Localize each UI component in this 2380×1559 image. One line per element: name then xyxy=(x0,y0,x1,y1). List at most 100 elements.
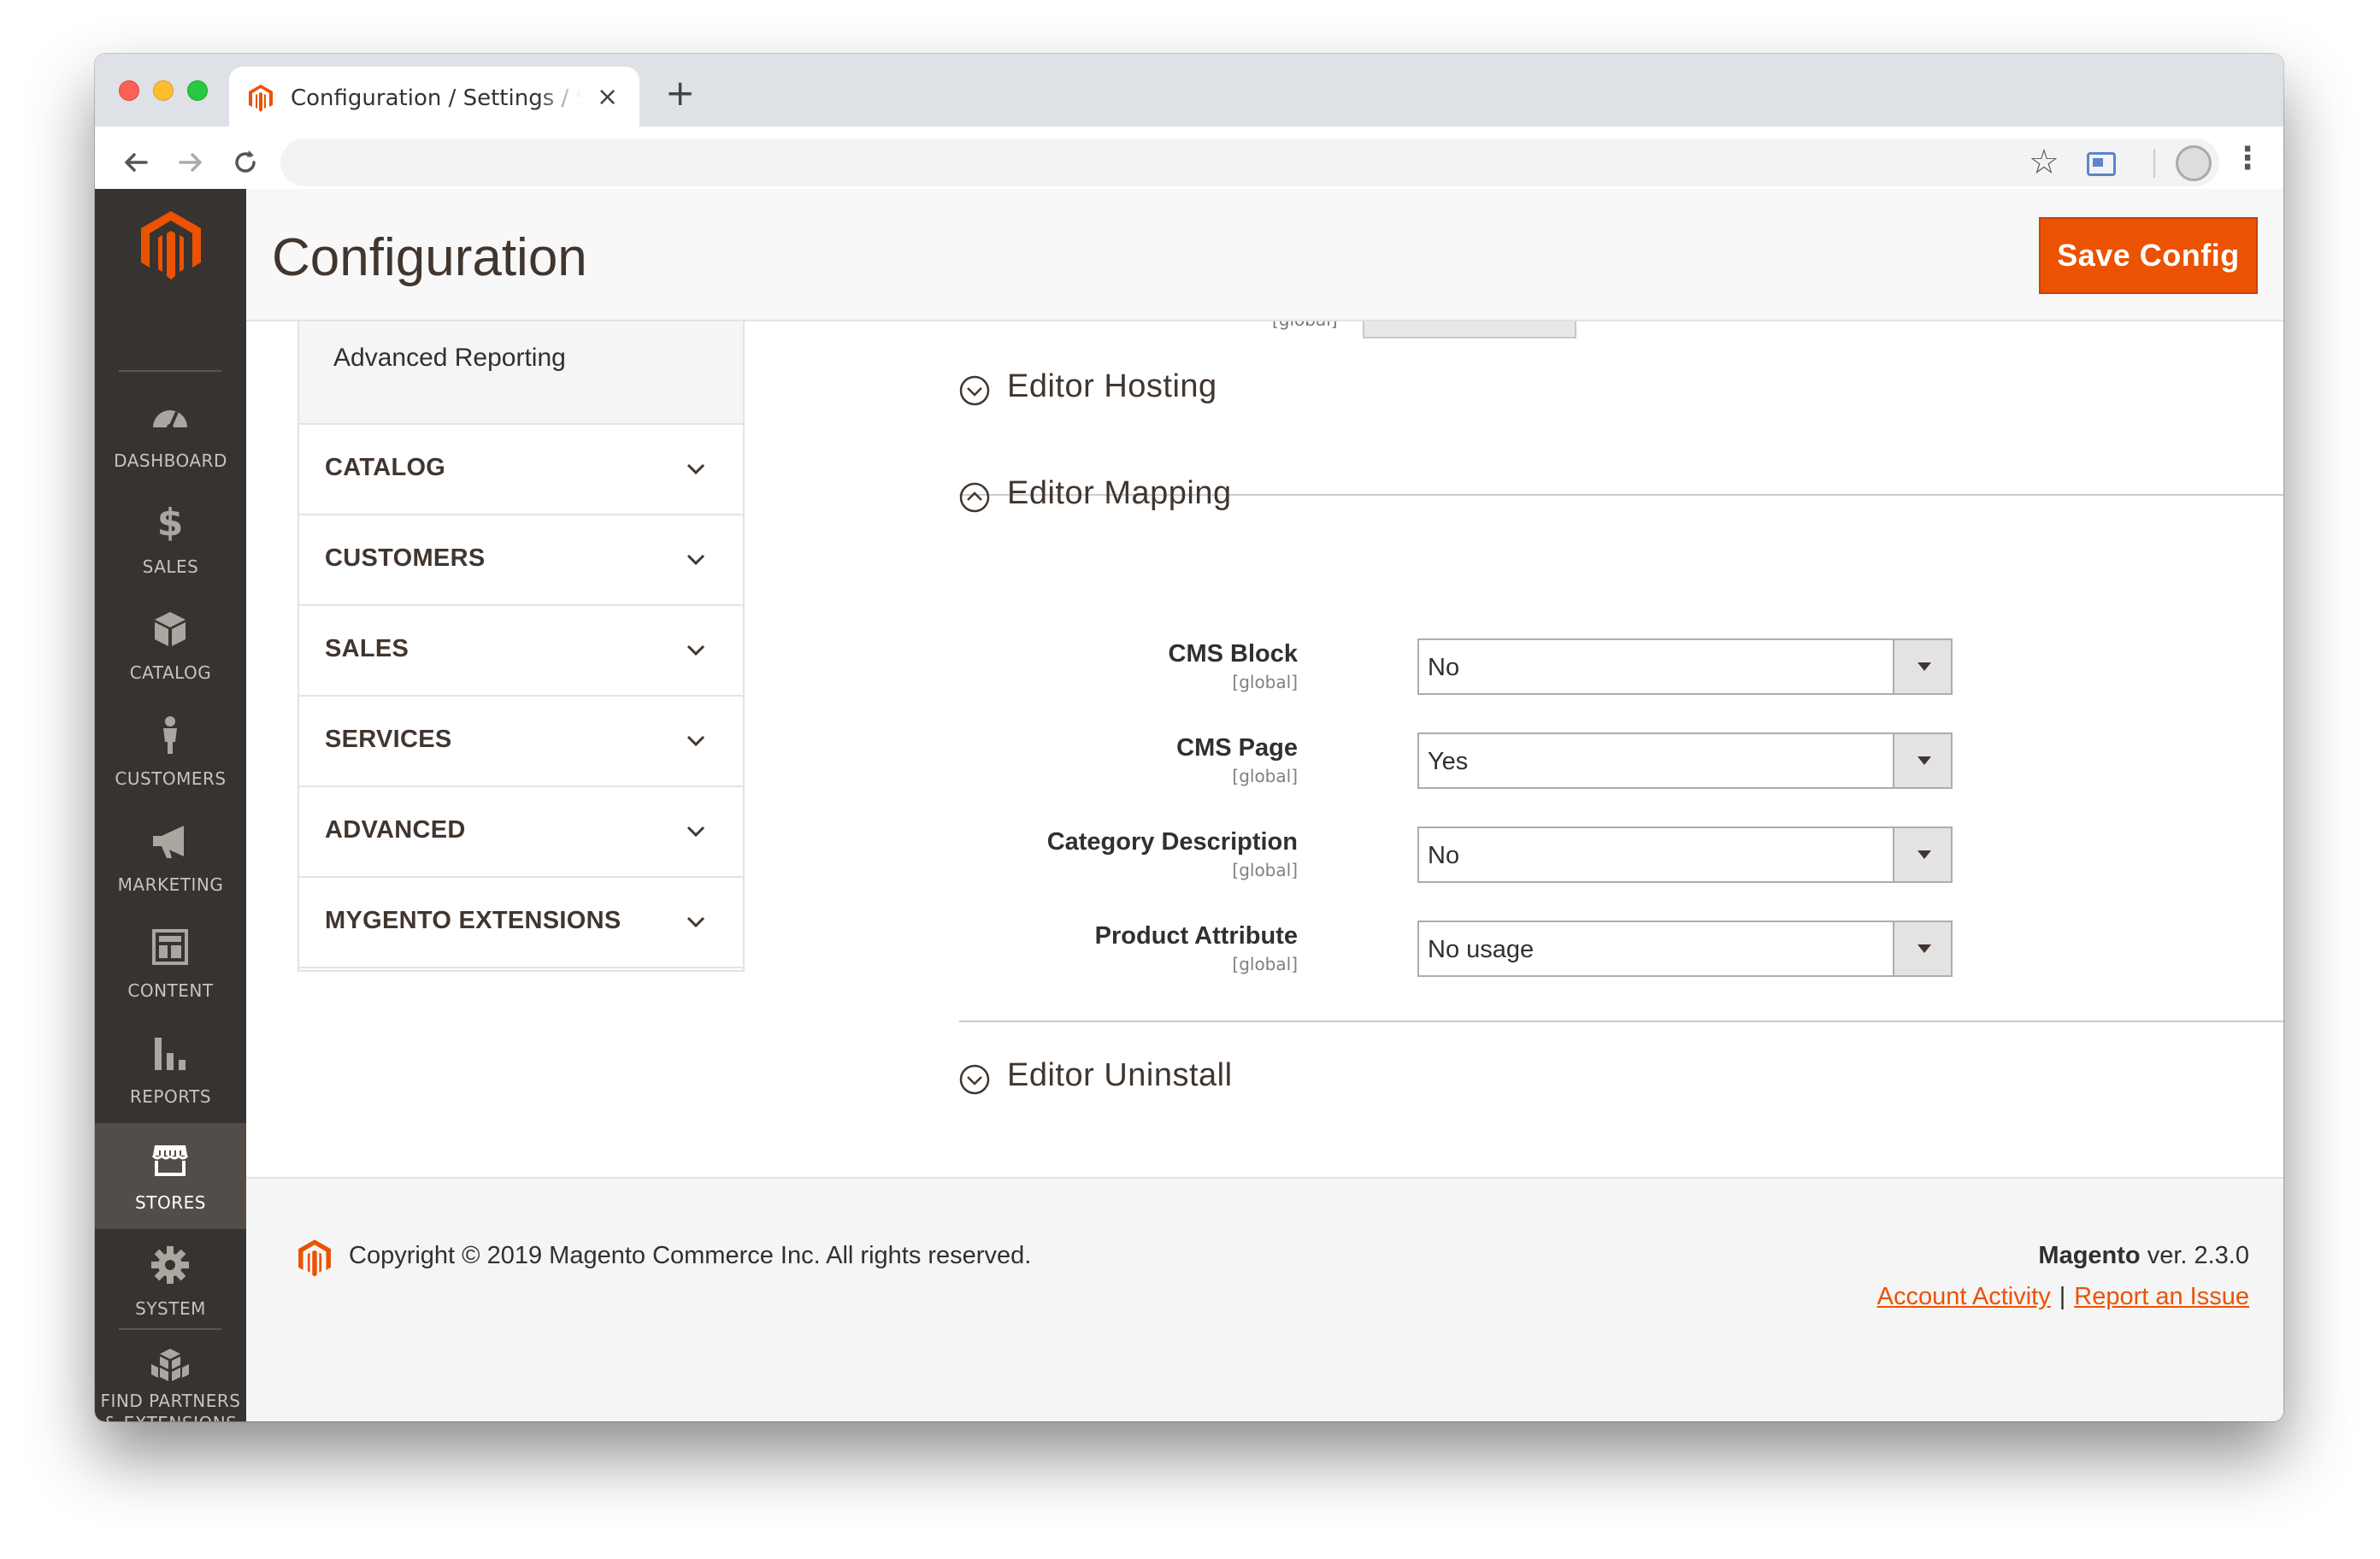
nav-item-reports[interactable]: REPORTS xyxy=(95,1017,246,1123)
tab-title: Configuration / Settings / Stores / Mage… xyxy=(291,85,581,111)
account-activity-link[interactable]: Account Activity xyxy=(1877,1283,2051,1310)
nav-item-customers[interactable]: CUSTOMERS xyxy=(95,699,246,805)
link-separator: | xyxy=(2059,1283,2066,1310)
tab-close-icon[interactable]: × xyxy=(597,82,618,112)
page-title: Configuration xyxy=(272,228,587,287)
select-value: No usage xyxy=(1428,936,1535,963)
close-window-button[interactable] xyxy=(119,80,139,101)
fieldset-divider xyxy=(959,1021,2283,1022)
chevron-down-icon xyxy=(686,644,705,656)
bookmark-star-icon[interactable]: ☆ xyxy=(2029,145,2059,179)
profile-avatar[interactable] xyxy=(2176,145,2212,181)
minimize-window-button[interactable] xyxy=(153,80,174,101)
chevron-down-icon xyxy=(686,916,705,928)
browser-tab-bar: Configuration / Settings / Stores / Mage… xyxy=(95,54,2283,126)
field-label-product-attribute: Product Attribute xyxy=(1094,922,1298,950)
dropdown-arrow-icon[interactable] xyxy=(1893,828,1951,881)
config-section-customers[interactable]: CUSTOMERS xyxy=(299,515,743,606)
nav-label: STORES xyxy=(135,1192,206,1213)
nav-label: MARKETING xyxy=(117,874,224,895)
page-footer: Copyright © 2019 Magento Commerce Inc. A… xyxy=(246,1177,2283,1421)
version-number: ver. 2.3.0 xyxy=(2140,1242,2249,1269)
nav-item-system[interactable]: SYSTEM xyxy=(95,1229,246,1335)
dropdown-arrow-icon[interactable] xyxy=(1893,640,1951,693)
chevron-down-icon xyxy=(686,826,705,838)
config-section-mygento-extensions[interactable]: MYGENTO EXTENSIONS xyxy=(299,878,743,968)
fieldset-editor-hosting[interactable]: Editor Hosting xyxy=(1007,368,1217,405)
nav-label: CONTENT xyxy=(127,980,214,1001)
extension-icon[interactable] xyxy=(2087,152,2116,176)
select-value: Yes xyxy=(1428,748,1469,775)
config-section-catalog[interactable]: CATALOG xyxy=(299,425,743,515)
back-arrow-icon[interactable] xyxy=(117,147,155,185)
dropdown-arrow-icon[interactable] xyxy=(1893,922,1951,975)
nav-item-content[interactable]: CONTENT xyxy=(95,911,246,1017)
config-tabs: Advanced Reporting CATALOG CUSTOMERS SAL… xyxy=(298,321,745,972)
report-issue-link[interactable]: Report an Issue xyxy=(2074,1283,2249,1310)
magento-logo-icon[interactable] xyxy=(139,209,203,281)
brand-name: Magento xyxy=(2038,1242,2141,1269)
nav-item-dashboard[interactable]: DASHBOARD xyxy=(95,381,246,487)
chevron-circle-down-icon[interactable] xyxy=(959,375,990,406)
save-config-button[interactable]: Save Config xyxy=(2039,217,2258,294)
new-tab-button[interactable]: + xyxy=(665,75,695,111)
nav-label: SALES xyxy=(142,556,199,577)
config-section-label: ADVANCED xyxy=(325,816,466,844)
storefront-icon xyxy=(151,1145,189,1176)
version-text: Magento ver. 2.3.0 xyxy=(2038,1242,2249,1270)
footer-links: Account Activity | Report an Issue xyxy=(1877,1283,2249,1311)
nav-label: FIND PARTNERS xyxy=(100,1391,241,1411)
config-section-label: SERVICES xyxy=(325,726,452,753)
chevron-down-icon xyxy=(686,463,705,475)
sidebar-divider xyxy=(119,370,221,372)
config-section-advanced[interactable]: ADVANCED xyxy=(299,787,743,878)
config-section-label: MYGENTO EXTENSIONS xyxy=(325,907,622,934)
nav-item-find-partners[interactable]: FIND PARTNERS & EXTENSIONS xyxy=(95,1335,246,1421)
nav-label: DASHBOARD xyxy=(114,450,227,471)
partial-select[interactable] xyxy=(1363,321,1576,338)
nav-item-catalog[interactable]: CATALOG xyxy=(95,593,246,699)
nav-label: REPORTS xyxy=(129,1086,212,1107)
category-description-select[interactable]: No xyxy=(1417,827,1953,883)
dropdown-arrow-icon[interactable] xyxy=(1893,734,1951,787)
maximize-window-button[interactable] xyxy=(187,80,208,101)
bar-chart-icon xyxy=(155,1038,186,1070)
reload-icon[interactable] xyxy=(227,147,264,185)
nav-item-stores[interactable]: STORES xyxy=(95,1123,246,1229)
browser-tab[interactable]: Configuration / Settings / Stores / Mage… xyxy=(229,67,639,126)
config-section-sales[interactable]: SALES xyxy=(299,606,743,697)
chevron-circle-up-icon[interactable] xyxy=(959,482,990,513)
field-scope: [global] xyxy=(1232,954,1298,974)
copyright-text: Copyright © 2019 Magento Commerce Inc. A… xyxy=(349,1242,1032,1269)
toolbar-divider xyxy=(2153,149,2155,178)
config-section-label: CATALOG xyxy=(325,454,446,481)
admin-sidebar: DASHBOARD $ SALES CATALOG CUSTOMERS MARK… xyxy=(95,189,246,1421)
magento-logo-icon xyxy=(298,1239,331,1277)
config-tab-advanced-reporting[interactable]: Advanced Reporting xyxy=(299,321,743,425)
page-header: Configuration Save Config xyxy=(246,189,2283,321)
forward-arrow-icon[interactable] xyxy=(172,147,209,185)
box-icon xyxy=(155,612,186,646)
select-value: No xyxy=(1428,654,1460,681)
chevron-circle-down-icon[interactable] xyxy=(959,1064,990,1095)
cubes-icon xyxy=(151,1349,189,1381)
product-attribute-select[interactable]: No usage xyxy=(1417,921,1953,977)
field-scope: [global] xyxy=(1232,672,1298,692)
dollar-icon: $ xyxy=(156,501,184,544)
config-section-label: CUSTOMERS xyxy=(325,544,486,572)
sidebar-divider xyxy=(119,1328,221,1330)
fieldset-editor-uninstall[interactable]: Editor Uninstall xyxy=(1007,1057,1233,1094)
nav-label: CUSTOMERS xyxy=(115,768,227,789)
cms-block-select[interactable]: No xyxy=(1417,638,1953,695)
browser-menu-icon[interactable]: ⋮ xyxy=(2232,144,2263,174)
browser-window: Configuration / Settings / Stores / Mage… xyxy=(95,54,2283,1421)
nav-label: SYSTEM xyxy=(135,1298,206,1319)
field-scope: [global] xyxy=(1232,860,1298,880)
nav-item-sales[interactable]: $ SALES xyxy=(95,487,246,593)
cms-page-select[interactable]: Yes xyxy=(1417,732,1953,789)
address-bar[interactable] xyxy=(280,138,2219,186)
config-section-services[interactable]: SERVICES xyxy=(299,697,743,787)
fieldset-editor-mapping[interactable]: Editor Mapping xyxy=(1007,475,1232,512)
nav-item-marketing[interactable]: MARKETING xyxy=(95,805,246,911)
config-tab-label: Advanced Reporting xyxy=(333,344,566,372)
